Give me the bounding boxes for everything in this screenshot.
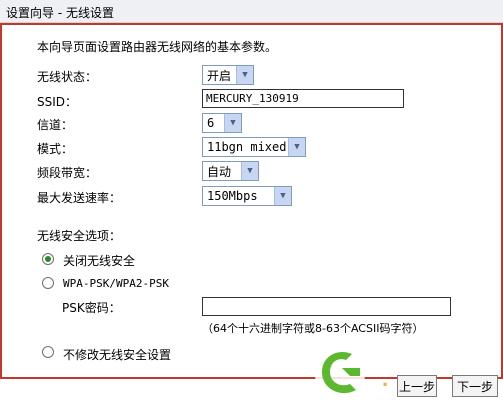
radio-disable-security-label[interactable]: 关闭无线安全: [63, 252, 135, 269]
window-title: 设置向导 - 无线设置: [6, 6, 114, 20]
channel-label: 信道：: [37, 118, 74, 132]
wizard-window: 设置向导 - 无线设置 本向导页面设置路由器无线网络的基本参数。 无线状态： 开…: [0, 0, 503, 403]
bandwidth-label: 频段带宽：: [37, 166, 98, 180]
ssid-label: SSID：: [37, 95, 78, 109]
chevron-down-icon: ▼: [224, 114, 241, 132]
bandwidth-select[interactable]: 自动 ▼: [202, 161, 259, 181]
channel-select[interactable]: 6 ▼: [202, 113, 242, 133]
radio-wpa-psk-label[interactable]: WPA-PSK/WPA2-PSK: [63, 277, 169, 290]
max-rate-select[interactable]: 150Mbps ▼: [202, 186, 292, 206]
chevron-down-icon: ▼: [241, 162, 258, 180]
psk-label: PSK密码：: [62, 301, 121, 315]
mode-select[interactable]: 11bgn mixed ▼: [202, 137, 306, 157]
bandwidth-value: 自动: [207, 164, 232, 179]
red-border-left: [0, 23, 2, 379]
channel-value: 6: [207, 116, 215, 130]
wireless-status-value: 开启: [207, 68, 232, 83]
chevron-down-icon: ▼: [288, 138, 305, 156]
chevron-down-icon: ▼: [236, 66, 253, 84]
svg-text:.: .: [382, 366, 388, 391]
mode-value: 11bgn mixed: [207, 140, 287, 154]
psk-password-input[interactable]: [202, 297, 451, 316]
ssid-input[interactable]: MERCURY_130919: [202, 89, 404, 108]
ssid-value: MERCURY_130919: [206, 92, 299, 105]
wireless-status-select[interactable]: 开启 ▼: [202, 65, 254, 85]
radio-disable-security[interactable]: [42, 253, 54, 265]
radio-keep-security-label[interactable]: 不修改无线安全设置: [63, 346, 171, 363]
title-bar: 设置向导 - 无线设置: [0, 0, 503, 23]
mode-label: 模式：: [37, 142, 74, 156]
wireless-status-label: 无线状态：: [37, 70, 98, 84]
logo-watermark-icon: .: [314, 344, 388, 396]
max-rate-label: 最大发送速率：: [37, 191, 122, 205]
page-description: 本向导页面设置路由器无线网络的基本参数。: [37, 40, 278, 54]
radio-selected-dot: [45, 256, 51, 262]
red-border-top: [0, 23, 503, 25]
max-rate-value: 150Mbps: [207, 189, 258, 203]
chevron-down-icon: ▼: [274, 187, 291, 205]
radio-keep-security[interactable]: [42, 346, 54, 358]
security-section-title: 无线安全选项：: [37, 229, 122, 243]
radio-wpa-psk[interactable]: [42, 277, 54, 289]
